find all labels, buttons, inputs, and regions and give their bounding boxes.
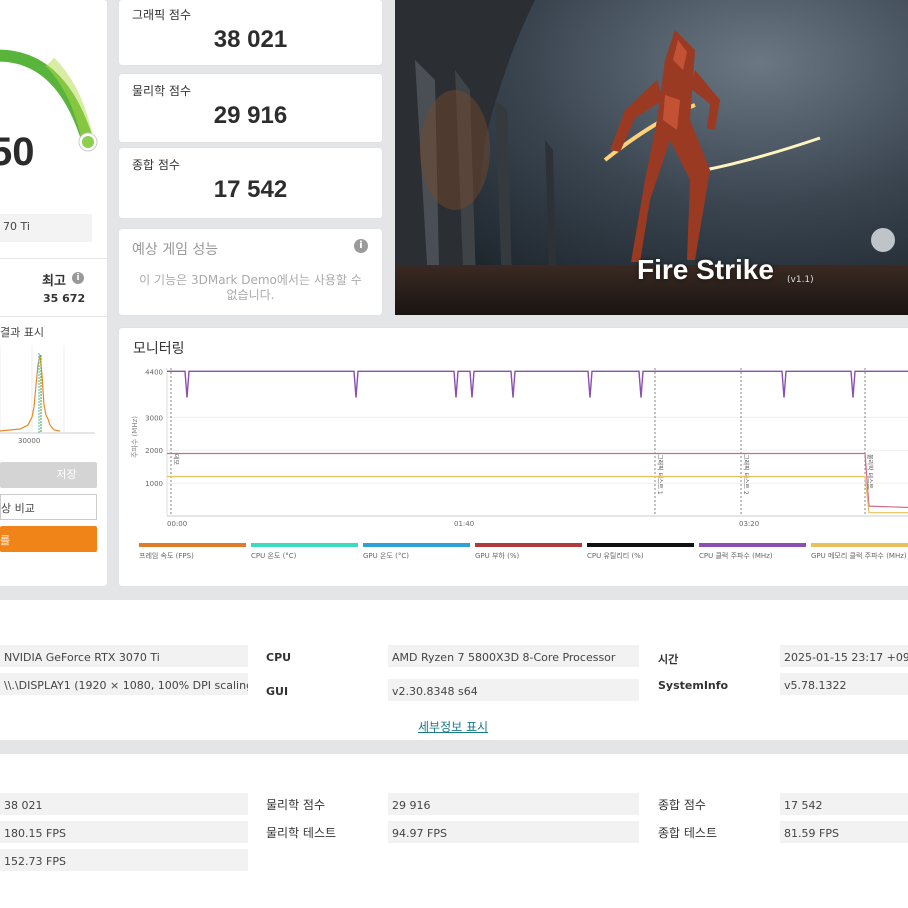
overall-score-card: 50 70 Ti 최고 i 35 672 결과 표시 30000 저장 상 비교… xyxy=(0,0,107,586)
combined-score-label: 종합 점수 xyxy=(658,798,706,812)
legend-item[interactable]: 프레임 속도 (FPS) xyxy=(139,543,246,563)
divider xyxy=(0,316,107,317)
score-histogram: 30000 xyxy=(0,345,95,445)
compare-button[interactable]: 상 비교 xyxy=(0,494,97,520)
benchmark-hero-image: Fire Strike (v1.1) xyxy=(395,0,908,315)
x-tick-label: 00:00 xyxy=(167,520,187,528)
cpu-label: CPU xyxy=(266,651,292,664)
physics-score-card: 물리학 점수 29 916 xyxy=(119,74,382,142)
monitoring-title: 모니터링 xyxy=(133,341,185,357)
cpu-clock-line xyxy=(167,370,908,398)
divider xyxy=(0,258,107,259)
legend-color-bar xyxy=(363,543,470,547)
cpu-value: AMD Ryzen 7 5800X3D 8-Core Processor xyxy=(388,645,639,667)
game-performance-description: 이 기능은 3DMark Demo에서는 사용할 수 없습니다. xyxy=(139,273,362,302)
detail-scores-section: 38 021 180.15 FPS 152.73 FPS 물리학 점수 29 9… xyxy=(0,754,908,908)
orange-action-button[interactable]: 를 xyxy=(0,526,97,552)
physics-test-value: 94.97 FPS xyxy=(388,821,639,843)
best-value: 35 672 xyxy=(43,292,86,305)
combined-test-label: 종합 테스트 xyxy=(658,826,718,840)
combined-score-label: 종합 점수 xyxy=(132,158,180,172)
best-label: 최고 xyxy=(42,274,66,289)
time-label: 시간 xyxy=(658,653,679,666)
gpu-clock-line xyxy=(167,452,908,509)
show-details-link[interactable]: 세부정보 표시 xyxy=(418,718,488,735)
overall-score: 50 xyxy=(0,130,35,174)
gui-label: GUI xyxy=(266,685,289,698)
game-performance-title: 예상 게임 성능 xyxy=(132,242,219,258)
physics-test-label: 물리학 테스트 xyxy=(266,826,337,840)
combined-score-value: 17 542 xyxy=(780,793,908,815)
save-button[interactable]: 저장 xyxy=(0,462,97,488)
gpu-memory-clock-line xyxy=(167,475,908,514)
monitoring-chart: 4400 3000 2000 1000 주파수 (MHz) 00:00 01:40 03:20… xyxy=(130,368,908,528)
legend-item[interactable]: GPU 온도 (°C) xyxy=(363,543,470,563)
graphics-score-label: 그래픽 점수 xyxy=(132,8,192,22)
y-tick-label: 1000 xyxy=(145,480,163,488)
legend-color-bar xyxy=(251,543,358,547)
x-tick-label: 03:20 xyxy=(739,520,759,528)
graphics-test-2-value: 152.73 FPS xyxy=(0,849,248,871)
section-marker-label: 그래픽 테스트 1 xyxy=(656,454,664,495)
info-icon[interactable]: i xyxy=(354,239,368,253)
legend-item[interactable]: CPU 유틸리티 (%) xyxy=(587,543,694,563)
monitoring-panel: 모니터링 4400 3000 2000 1000 주파수 (MHz) 00:00 01:40… xyxy=(119,328,908,586)
legend-label: GPU 부하 (%) xyxy=(475,552,520,560)
physics-score-value: 29 916 xyxy=(213,102,288,129)
legend-label: GPU 온도 (°C) xyxy=(363,552,409,560)
legend-label: GPU 메모리 클럭 주파수 (MHz) xyxy=(811,552,907,560)
y-axis-label: 주파수 (MHz) xyxy=(130,416,139,458)
combined-score-value: 17 542 xyxy=(213,176,288,203)
physics-score-label: 물리학 점수 xyxy=(266,798,326,812)
graphics-score-card: 그래픽 점수 38 021 xyxy=(119,0,382,65)
legend-item[interactable]: CPU 온도 (°C) xyxy=(251,543,358,563)
legend-color-bar xyxy=(475,543,582,547)
section-marker-label: 그래픽 테스트 2 xyxy=(742,454,750,495)
legend-item[interactable]: GPU 부하 (%) xyxy=(475,543,582,563)
y-tick-label: 3000 xyxy=(145,414,163,422)
systeminfo-value: v5.78.1322 xyxy=(780,673,908,695)
legend-color-bar xyxy=(587,543,694,547)
benchmark-title: Fire Strike xyxy=(637,254,774,285)
legend-color-bar xyxy=(811,543,908,547)
legend-color-bar xyxy=(699,543,806,547)
time-value: 2025-01-15 23:17 +09:00 xyxy=(780,645,908,667)
x-tick-label: 01:40 xyxy=(454,520,474,528)
legend-color-bar xyxy=(139,543,246,547)
legend-item[interactable]: GPU 메모리 클럭 주파수 (MHz) xyxy=(811,543,908,563)
systeminfo-label: SystemInfo xyxy=(658,679,729,692)
benchmark-version: (v1.1) xyxy=(787,275,814,285)
hist-tick: 30000 xyxy=(18,437,40,445)
gui-value: v2.30.8348 s64 xyxy=(388,679,639,701)
legend-label: 프레임 속도 (FPS) xyxy=(139,552,194,560)
legend-item[interactable]: CPU 클럭 주파수 (MHz) xyxy=(699,543,806,563)
gpu-name: 70 Ti xyxy=(0,214,92,242)
physics-score-value: 29 916 xyxy=(388,793,639,815)
combined-score-card: 종합 점수 17 542 xyxy=(119,148,382,218)
graphics-score-value: 38 021 xyxy=(0,793,248,815)
legend-label: CPU 클럭 주파수 (MHz) xyxy=(699,552,773,560)
combined-test-value: 81.59 FPS xyxy=(780,821,908,843)
display-value: \\.\DISPLAY1 (1920 × 1080, 100% DPI scal… xyxy=(0,673,248,695)
y-tick-label: 2000 xyxy=(145,447,163,455)
graphics-test-1-value: 180.15 FPS xyxy=(0,821,248,843)
y-tick-label: 4400 xyxy=(145,368,163,376)
system-info-section: NVIDIA GeForce RTX 3070 Ti \\.\DISPLAY1 … xyxy=(0,600,908,740)
legend-label: CPU 온도 (°C) xyxy=(251,552,297,560)
section-marker-label: 데모 xyxy=(172,454,180,466)
physics-score-label: 물리학 점수 xyxy=(132,84,192,98)
gpu-value: NVIDIA GeForce RTX 3070 Ti xyxy=(0,645,248,667)
info-icon[interactable]: i xyxy=(72,272,84,284)
result-label: 결과 표시 xyxy=(0,326,44,339)
game-performance-card: 예상 게임 성능 i 이 기능은 3DMark Demo에서는 사용할 수 없습… xyxy=(119,229,382,315)
graphics-score-value: 38 021 xyxy=(213,26,288,53)
legend-label: CPU 유틸리티 (%) xyxy=(587,552,644,560)
